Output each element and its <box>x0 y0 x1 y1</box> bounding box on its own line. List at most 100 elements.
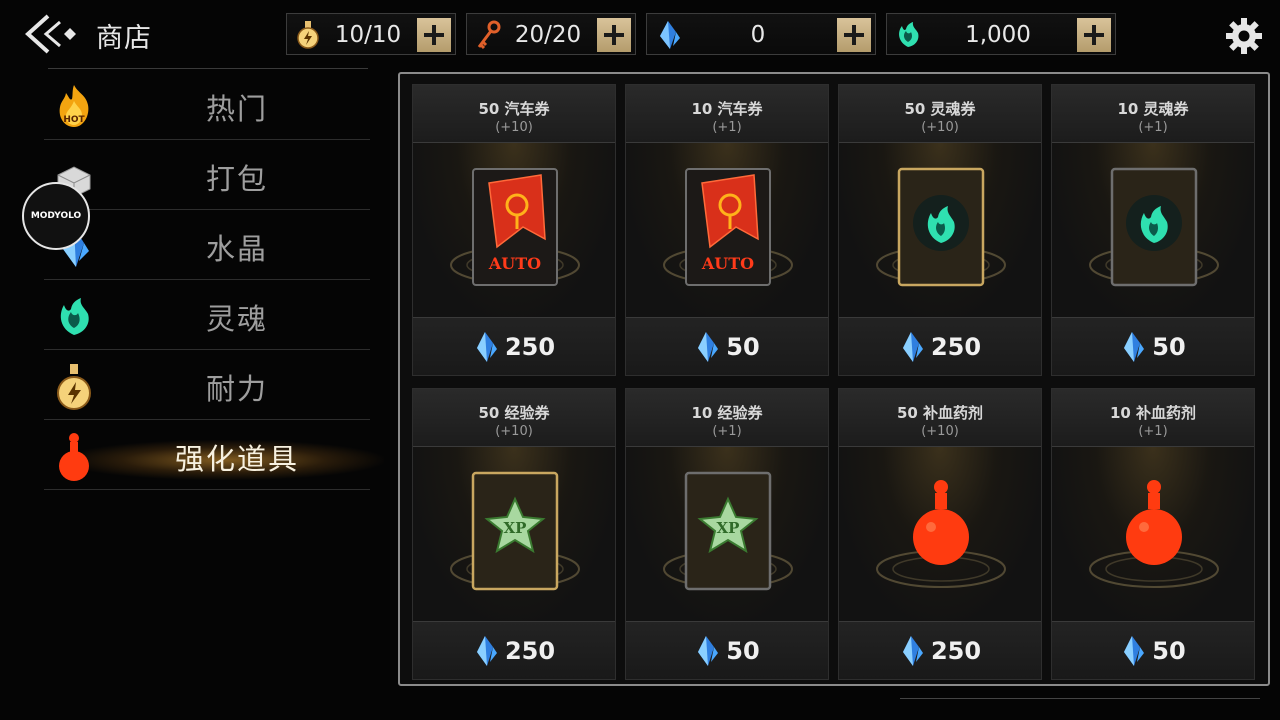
stamina-potion-icon <box>48 362 100 412</box>
buy-button[interactable]: 50 <box>626 621 828 679</box>
add-soul-button[interactable] <box>1077 18 1111 52</box>
product-bonus: (+1) <box>1138 120 1168 135</box>
product-card[interactable]: 50 灵魂券 (+10) 250 <box>838 84 1042 376</box>
xp-ticket-art: XP <box>626 447 828 621</box>
add-crystal-button[interactable] <box>837 18 871 52</box>
sidebar-item-hot[interactable]: HOT 热门 <box>44 72 370 140</box>
key-counter: 20/20 <box>466 13 636 55</box>
auto-ticket-art: AUTO <box>626 143 828 317</box>
soul-value: 1,000 <box>965 22 1031 48</box>
product-bonus: (+10) <box>921 120 959 135</box>
product-header: 10 补血药剂 (+1) <box>1052 389 1254 447</box>
add-keys-button[interactable] <box>597 18 631 52</box>
product-card[interactable]: 10 补血药剂 (+1) 50 <box>1051 388 1255 680</box>
product-price: 250 <box>930 636 982 665</box>
product-card[interactable]: 10 经验券 (+1) XP 50 <box>625 388 829 680</box>
crystal-icon <box>698 635 719 666</box>
health-potion-art <box>1052 447 1254 621</box>
product-name: 10 经验券 <box>691 404 763 422</box>
crystal-icon <box>698 331 719 362</box>
page-title: 商店 <box>96 23 152 54</box>
art-label: XP <box>504 519 527 537</box>
product-header: 10 灵魂券 (+1) <box>1052 85 1254 143</box>
product-header: 50 汽车券 (+10) <box>413 85 615 143</box>
shop-panel: 50 汽车券 (+10) AUTO 250 10 汽车券 (+1) AUTO 50 50 灵魂券… <box>398 72 1270 686</box>
sidebar-item-label: 水晶 <box>205 232 268 266</box>
panel-divider <box>900 698 1260 699</box>
settings-button[interactable] <box>1222 14 1266 58</box>
product-bonus: (+1) <box>712 424 742 439</box>
back-arrow-icon <box>25 14 76 54</box>
product-card[interactable]: 50 汽车券 (+10) AUTO 250 <box>412 84 616 376</box>
crystal-icon <box>476 635 497 666</box>
plus-icon <box>844 25 864 45</box>
crystal-icon <box>1124 635 1145 666</box>
sidebar-item-enhance[interactable]: 强化道具 <box>44 422 384 490</box>
add-stamina-button[interactable] <box>417 18 451 52</box>
sidebar-item-soul[interactable]: 灵魂 <box>44 282 370 350</box>
product-card[interactable]: 10 汽车券 (+1) AUTO 50 <box>625 84 829 376</box>
product-price: 50 <box>726 636 760 665</box>
svg-text:HOT: HOT <box>63 115 85 125</box>
product-bonus: (+10) <box>495 120 533 135</box>
crystal-icon <box>902 331 923 362</box>
health-potion-art <box>839 447 1041 621</box>
product-price: 50 <box>1152 332 1186 361</box>
product-bonus: (+10) <box>921 424 959 439</box>
sidebar-item-label: 热门 <box>205 92 268 126</box>
xp-ticket-art: XP <box>413 447 615 621</box>
back-button[interactable] <box>18 10 78 58</box>
buy-button[interactable]: 50 <box>626 317 828 375</box>
buy-button[interactable]: 50 <box>1052 621 1254 679</box>
product-header: 50 补血药剂 (+10) <box>839 389 1041 447</box>
buy-button[interactable]: 50 <box>1052 317 1254 375</box>
soul-icon <box>893 20 923 50</box>
crystal-icon <box>902 635 923 666</box>
sidebar-item-label: 灵魂 <box>205 302 268 336</box>
product-name: 50 补血药剂 <box>896 404 984 422</box>
plus-icon <box>424 25 444 45</box>
sidebar-item-label: 强化道具 <box>174 442 299 476</box>
stamina-value: 10/10 <box>334 22 402 48</box>
product-price: 250 <box>504 636 556 665</box>
soul-ticket-art <box>839 143 1041 317</box>
crystal-counter: 0 <box>646 13 876 55</box>
buy-button[interactable]: 250 <box>413 317 615 375</box>
top-bar: 商店 10/10 20/20 0 1,000 <box>0 0 1280 68</box>
crystal-icon <box>653 20 683 50</box>
watermark-badge: MODYOLO <box>22 182 90 250</box>
art-label: AUTO <box>488 254 541 273</box>
product-bonus: (+1) <box>1138 424 1168 439</box>
product-card[interactable]: 50 经验券 (+10) XP 250 <box>412 388 616 680</box>
sidebar-divider <box>48 68 368 69</box>
plus-icon <box>604 25 624 45</box>
red-potion-icon <box>48 432 100 482</box>
auto-ticket-art: AUTO <box>413 143 615 317</box>
product-price: 50 <box>726 332 760 361</box>
key-icon <box>473 20 503 50</box>
product-header: 10 汽车券 (+1) <box>626 85 828 143</box>
crystal-icon <box>476 331 497 362</box>
gear-icon <box>1226 18 1262 54</box>
product-card[interactable]: 50 补血药剂 (+10) 250 <box>838 388 1042 680</box>
sidebar-item-package[interactable]: 打包 <box>44 142 370 210</box>
soul-ticket-art <box>1052 143 1254 317</box>
sidebar-item-stamina[interactable]: 耐力 <box>44 352 370 420</box>
key-value: 20/20 <box>514 22 582 48</box>
product-card[interactable]: 10 灵魂券 (+1) 50 <box>1051 84 1255 376</box>
buy-button[interactable]: 250 <box>839 317 1041 375</box>
art-label: XP <box>717 519 740 537</box>
product-name: 10 汽车券 <box>691 100 763 118</box>
buy-button[interactable]: 250 <box>839 621 1041 679</box>
product-name: 50 经验券 <box>478 404 550 422</box>
sidebar-item-label: 耐力 <box>205 372 268 406</box>
product-name: 50 灵魂券 <box>904 100 976 118</box>
product-header: 50 经验券 (+10) <box>413 389 615 447</box>
product-bonus: (+10) <box>495 424 533 439</box>
crystal-value: 0 <box>750 22 766 48</box>
sidebar-item-crystal[interactable]: 水晶 <box>44 212 370 280</box>
product-price: 250 <box>930 332 982 361</box>
art-label: AUTO <box>701 254 754 273</box>
product-name: 50 汽车券 <box>478 100 550 118</box>
buy-button[interactable]: 250 <box>413 621 615 679</box>
